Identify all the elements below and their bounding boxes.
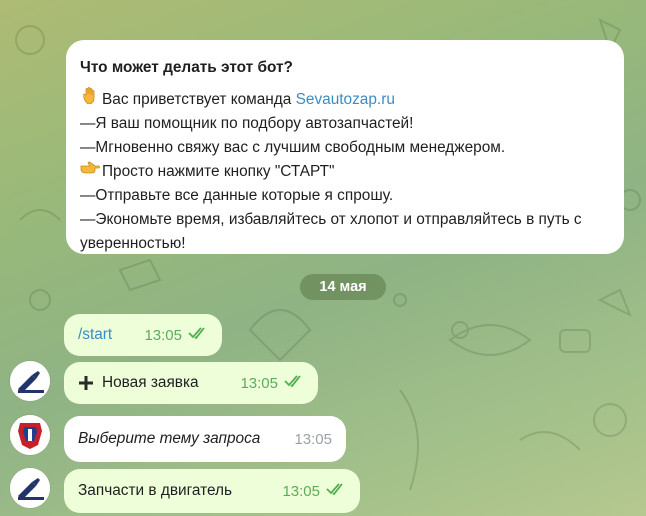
description-line-4: Просто нажмите кнопку "СТАРТ" bbox=[80, 160, 610, 184]
outgoing-message[interactable]: Запчасти в двигатель 13:05 bbox=[64, 469, 360, 513]
message-text: Выберите тему запроса bbox=[78, 430, 261, 447]
greeting-text: Вас приветствует команда bbox=[102, 91, 296, 108]
description-line-3: —Мгновенно свяжу вас с лучшим свободным … bbox=[80, 139, 506, 156]
message-time: 13:05 bbox=[282, 482, 320, 500]
user-avatar-icon bbox=[10, 468, 50, 508]
message-text: Новая заявка bbox=[102, 374, 199, 391]
message-time: 13:05 bbox=[144, 326, 182, 344]
sevautozap-link[interactable]: Sevautozap.ru bbox=[296, 91, 395, 108]
description-line-6: —Экономьте время, избавляйтесь от хлопот… bbox=[80, 211, 582, 252]
press-start-text: Просто нажмите кнопку "СТАРТ" bbox=[102, 163, 335, 180]
read-check-icon bbox=[326, 482, 346, 500]
read-check-icon bbox=[284, 374, 304, 392]
message-text[interactable]: /start bbox=[78, 326, 112, 344]
raised-hand-icon bbox=[80, 86, 100, 112]
description-line-2: —Я ваш помощник по подбору автозапчастей… bbox=[80, 115, 414, 132]
description-line-5: —Отправьте все данные которые я спрошу. bbox=[80, 187, 394, 204]
bot-description-title: Что может делать этот бот? bbox=[80, 59, 293, 76]
incoming-message[interactable]: Выберите тему запроса 13:05 bbox=[64, 416, 346, 462]
user-avatar-icon bbox=[10, 361, 50, 401]
bot-avatar[interactable] bbox=[10, 415, 50, 455]
plus-icon bbox=[78, 375, 94, 391]
message-time: 13:05 bbox=[240, 374, 278, 392]
date-divider: 14 мая bbox=[300, 274, 386, 300]
message-text: Запчасти в двигатель bbox=[78, 482, 233, 499]
avatar[interactable] bbox=[10, 361, 50, 401]
avatar[interactable] bbox=[10, 468, 50, 508]
greeting-line: Вас приветствует команда Sevautozap.ru bbox=[80, 86, 610, 112]
message-time: 13:05 bbox=[294, 430, 332, 448]
transformer-logo-icon bbox=[10, 415, 50, 455]
outgoing-message[interactable]: /start 13:05 bbox=[64, 314, 222, 356]
outgoing-message[interactable]: Новая заявка 13:05 bbox=[64, 362, 318, 404]
read-check-icon bbox=[188, 326, 208, 344]
pointing-right-icon bbox=[80, 160, 100, 184]
bot-description-card: Что может делать этот бот? Вас приветств… bbox=[66, 40, 624, 254]
